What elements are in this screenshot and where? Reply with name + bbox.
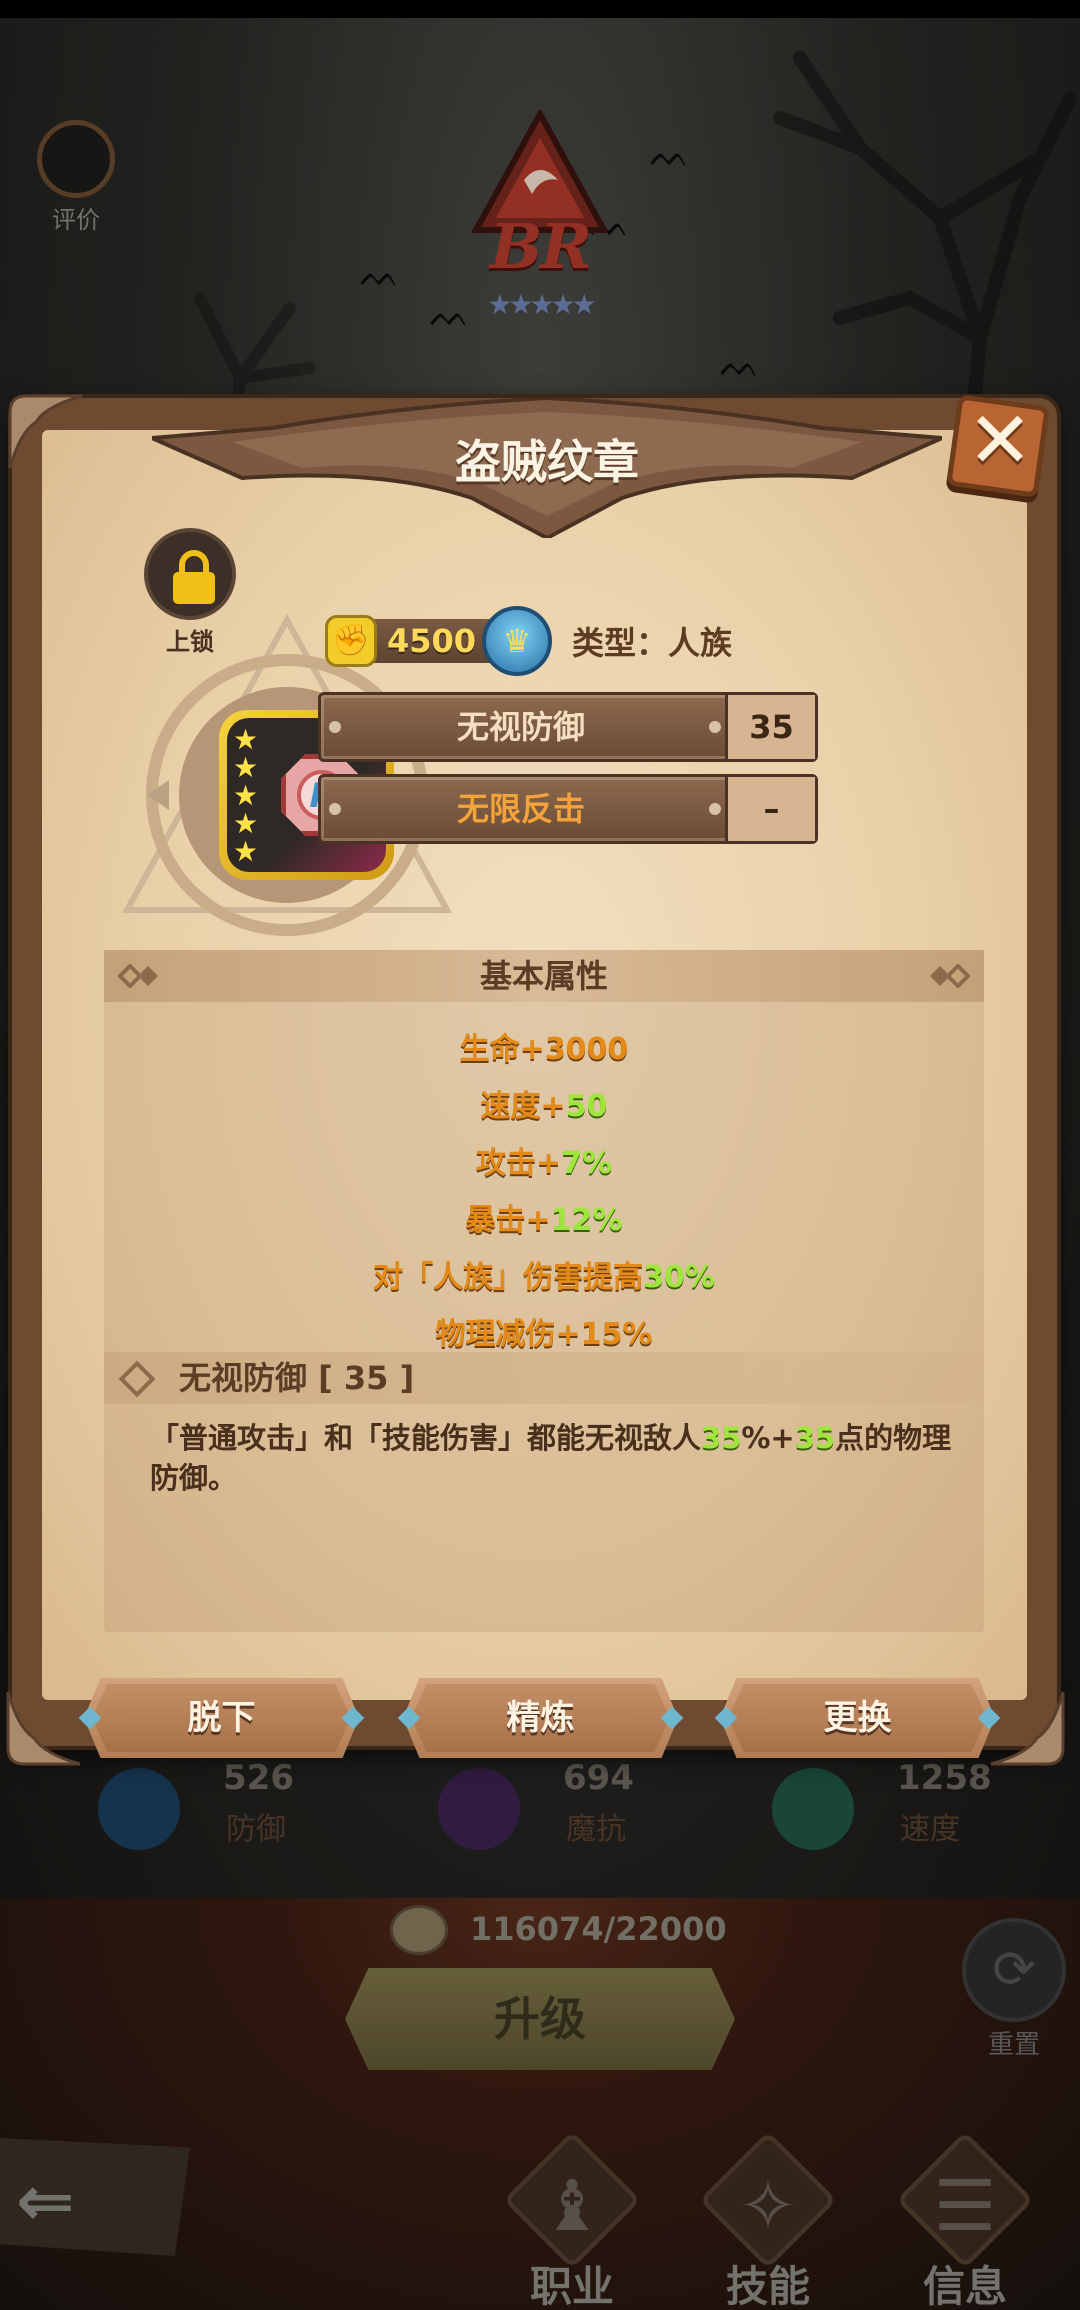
close-icon: ✕: [967, 396, 1033, 486]
passive-desc-text: %+: [741, 1421, 795, 1455]
attr-value: 50: [565, 1089, 608, 1124]
star-icon: ★: [233, 723, 259, 756]
attr-label: 攻击+: [475, 1146, 562, 1181]
star-icon: ★: [233, 807, 259, 840]
attr-title: 基本属性: [479, 957, 608, 995]
button-label: 脱下: [187, 1698, 256, 1738]
attr-line: 速度+50: [104, 1081, 984, 1125]
attr-value: 12%: [550, 1203, 623, 1238]
button-label: 精炼: [506, 1698, 575, 1738]
lock-button[interactable]: 上锁: [130, 528, 250, 657]
star-icon: ★: [233, 779, 259, 812]
skill-name: 无视防御: [456, 708, 585, 746]
corner-ornament: [6, 1691, 81, 1766]
attr-label: 暴击+: [465, 1203, 551, 1238]
star-icon: ★: [233, 751, 259, 784]
emblem-detail-dialog: ★ ★ ★ ★ ★ P 上锁 ✊ 4500 ♛ 类型：人族: [6, 394, 1065, 1766]
skill-level: 35: [725, 695, 815, 759]
basic-attributes-section: 基本属性 生命+3000 速度+50 攻击+7% 暴击+12% 对「人族」伤害提…: [104, 950, 984, 1632]
skill-level: –: [725, 777, 815, 841]
attr-label: 速度+: [480, 1089, 566, 1124]
attr-line: 暴击+12%: [104, 1195, 984, 1239]
close-button[interactable]: ✕: [942, 390, 1058, 506]
lock-body: [173, 572, 215, 604]
passive-desc-text: 「普通攻击」和「技能伤害」都能无视敌人: [150, 1421, 702, 1455]
star-icon: ★: [233, 835, 259, 868]
attr-header: 基本属性: [104, 950, 984, 1002]
attr-label: 对「人族」伤害提高: [373, 1260, 644, 1295]
crown-type-icon: ♛: [482, 606, 552, 676]
corner-ornament: [990, 1691, 1065, 1766]
diamond-ornament-icon: [930, 964, 970, 988]
attr-label: 生命+: [459, 1032, 545, 1067]
attr-line: 物理减伤+15%: [104, 1309, 984, 1353]
lock-label: 上锁: [166, 628, 214, 656]
dialog-title: 盗贼纹章: [455, 435, 639, 489]
remove-button[interactable]: 脱下: [78, 1678, 365, 1758]
skill-row[interactable]: 无视防御 35: [318, 692, 818, 762]
attr-line: 生命+3000: [104, 1024, 984, 1068]
passive-description: 「普通攻击」和「技能伤害」都能无视敌人35%+35点的物理防御。: [150, 1418, 970, 1498]
attr-line: 攻击+7%: [104, 1138, 984, 1182]
skill-row[interactable]: 无限反击 –: [318, 774, 818, 844]
attr-value: 15%: [580, 1317, 653, 1352]
replace-button[interactable]: 更换: [714, 1678, 1001, 1758]
diamond-icon: [118, 1360, 156, 1398]
attr-value: 30%: [643, 1260, 715, 1295]
title-banner: 盗贼纹章: [152, 398, 942, 538]
passive-header: 无视防御 [ 35 ]: [104, 1352, 984, 1404]
attr-label: 物理减伤+: [435, 1317, 581, 1352]
passive-desc-value: 35: [794, 1421, 836, 1455]
attr-value: 7%: [561, 1146, 613, 1181]
passive-title: 无视防御 [ 35 ]: [179, 1359, 415, 1397]
type-text: 类型：人族: [572, 624, 733, 662]
refine-button[interactable]: 精炼: [397, 1678, 684, 1758]
skill-name: 无限反击: [456, 790, 585, 828]
dialog-paper: ★ ★ ★ ★ ★ P 上锁 ✊ 4500 ♛ 类型：人族: [42, 430, 1027, 1700]
button-label: 更换: [823, 1698, 892, 1738]
attr-value: 3000: [544, 1032, 629, 1067]
lock-icon: [144, 528, 236, 620]
power-value: 4500: [387, 622, 477, 660]
corner-ornament: [8, 394, 83, 469]
passive-desc-value: 35: [701, 1421, 742, 1455]
attr-line: 对「人族」伤害提高30%: [104, 1252, 984, 1296]
fist-icon: ✊: [325, 615, 377, 667]
